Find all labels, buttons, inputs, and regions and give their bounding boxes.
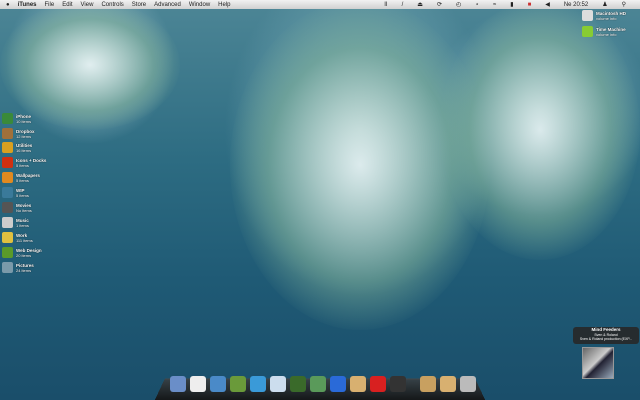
volume-icon[interactable]: ◀	[545, 1, 550, 8]
stack-item[interactable]: Pictures 24 items	[2, 262, 34, 273]
dock-bonsai-icon[interactable]	[290, 376, 306, 392]
folder-icon	[2, 232, 13, 243]
stack-item[interactable]: Dropbox 12 items	[2, 128, 35, 139]
stack-item[interactable]: Utilities 16 items	[2, 142, 32, 153]
stack-count: 111 items	[16, 237, 33, 243]
folder-icon	[2, 262, 13, 273]
dock-icons	[170, 376, 476, 392]
drive-detail: volume info	[596, 15, 617, 21]
eject-icon[interactable]: ⏏	[417, 1, 423, 8]
stack-item[interactable]: Music 1 items	[2, 217, 29, 228]
menu-advanced[interactable]: Advanced	[154, 2, 181, 8]
dock-applications-icon[interactable]	[440, 376, 456, 392]
status-menus: II / ⏏ ⟳ ◴ ⋆ ≈ ▮ ■ ◀ Ne 20:52 ♟ ⚲	[384, 0, 634, 9]
folder-icon	[2, 247, 13, 258]
dock-calendar-icon[interactable]	[370, 376, 386, 392]
track-title: Mind Feeders	[591, 327, 621, 332]
track-album: Sven & Roland production (EXP...	[579, 337, 633, 341]
time-machine-icon[interactable]: ◴	[456, 1, 461, 8]
stack-count: 10 items	[16, 118, 32, 124]
stack-count: 5 items	[16, 162, 29, 168]
stack-count: 5 items	[16, 177, 29, 183]
stack-count: 20 items	[16, 252, 32, 258]
user-icon[interactable]: ♟	[602, 1, 607, 8]
apple-menu[interactable]: ●	[6, 2, 10, 8]
folder-icon	[2, 172, 13, 183]
stack-count: 12 items	[16, 133, 32, 139]
dock-adium-icon[interactable]	[230, 376, 246, 392]
folder-icon	[2, 113, 13, 124]
menu-bar: ● iTunes File Edit View Controls Store A…	[0, 0, 640, 9]
stack-count: 5 items	[16, 192, 29, 198]
hard-drive-icon	[582, 10, 593, 21]
dock-trash-icon[interactable]	[460, 376, 476, 392]
stack-item[interactable]: WIP 5 items	[2, 187, 29, 198]
dock-itunes-icon[interactable]	[270, 376, 286, 392]
spotlight-icon[interactable]: ⚲	[622, 1, 626, 8]
drive-detail: volume info	[596, 31, 617, 37]
menu-edit[interactable]: Edit	[62, 2, 72, 8]
wallpaper-branch	[0, 0, 180, 130]
battery-icon[interactable]: ▮	[510, 1, 513, 8]
stack-count: No items	[16, 207, 32, 213]
dock-safari-icon[interactable]	[210, 376, 226, 392]
dock-disk-icon[interactable]	[390, 376, 406, 392]
flag-icon[interactable]: ■	[528, 2, 532, 8]
menu-controls[interactable]: Controls	[101, 2, 123, 8]
folder-icon	[2, 128, 13, 139]
stack-item[interactable]: Wallpapers 5 items	[2, 172, 40, 183]
desktop-drive[interactable]: Macintosh HD volume info	[582, 10, 626, 21]
menu-file[interactable]: File	[45, 2, 55, 8]
track-artist: Sven & Roland	[594, 332, 618, 337]
menu-window[interactable]: Window	[189, 2, 210, 8]
stack-item[interactable]: Work 111 items	[2, 232, 33, 243]
stack-item[interactable]: Web Design 20 items	[2, 247, 42, 258]
now-playing-notification[interactable]: Mind Feeders Sven & Roland Sven & Roland…	[573, 327, 639, 344]
folder-icon	[2, 187, 13, 198]
folder-icon	[2, 217, 13, 228]
dock-pencil-icon[interactable]	[330, 376, 346, 392]
wallpaper-branch	[440, 0, 640, 260]
stack-item[interactable]: Movies No items	[2, 202, 32, 213]
stack-item[interactable]: iPhone 10 items	[2, 113, 31, 124]
folder-icon	[2, 157, 13, 168]
dock-mail-icon[interactable]	[190, 376, 206, 392]
app-menu[interactable]: iTunes	[18, 2, 37, 8]
stack-item[interactable]: Icons + Docks 5 items	[2, 157, 46, 168]
dock-coffee-icon[interactable]	[350, 376, 366, 392]
bluetooth-icon[interactable]: ⋆	[475, 1, 479, 8]
menu-view[interactable]: View	[81, 2, 94, 8]
wifi-icon[interactable]: ≈	[493, 2, 496, 8]
clock[interactable]: Ne 20:52	[564, 2, 588, 8]
album-art[interactable]	[582, 347, 614, 379]
stack-count: 1 items	[16, 222, 29, 228]
folder-icon	[2, 142, 13, 153]
dock-twitter-icon[interactable]	[250, 376, 266, 392]
menu-help[interactable]: Help	[218, 2, 230, 8]
stack-count: 16 items	[16, 147, 32, 153]
folder-icon	[2, 202, 13, 213]
desktop-drive[interactable]: Time Machine volume info	[582, 26, 626, 37]
stack-count: 24 items	[16, 267, 32, 273]
pen-icon[interactable]: /	[402, 2, 404, 8]
dock-documents-icon[interactable]	[420, 376, 436, 392]
time-machine-drive-icon	[582, 26, 593, 37]
dock-iphoto-icon[interactable]	[310, 376, 326, 392]
pause-icon[interactable]: II	[384, 2, 387, 8]
menu-store[interactable]: Store	[132, 2, 146, 8]
dock-finder-icon[interactable]	[170, 376, 186, 392]
sync-icon[interactable]: ⟳	[437, 1, 442, 8]
